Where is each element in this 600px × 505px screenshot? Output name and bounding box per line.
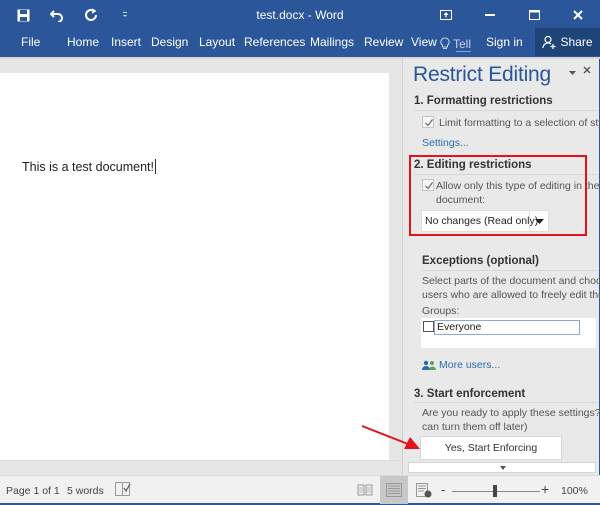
exceptions-heading: Exceptions (optional)	[422, 255, 539, 267]
exceptions-description-line1: Select parts of the document and choose	[422, 275, 600, 287]
text-caret	[155, 159, 157, 174]
status-bar: Page 1 of 1 5 words - + 100%	[0, 475, 600, 505]
print-layout-view-button[interactable]	[380, 476, 408, 504]
group-everyone-checkbox[interactable]	[423, 321, 434, 332]
zoom-out-button[interactable]: -	[441, 482, 445, 497]
sign-in-link[interactable]: Sign in	[486, 30, 523, 57]
ribbon-display-options-icon[interactable]	[424, 0, 468, 30]
section-divider	[414, 110, 597, 111]
quick-access-toolbar	[0, 0, 142, 30]
maximize-icon[interactable]	[512, 0, 556, 30]
group-everyone-name[interactable]: Everyone	[434, 320, 580, 335]
section-divider	[422, 270, 597, 271]
pane-close-icon[interactable]	[583, 65, 591, 77]
save-icon[interactable]	[6, 0, 40, 30]
close-icon[interactable]	[556, 0, 600, 30]
document-page[interactable]: This is a test document!	[0, 73, 389, 460]
tab-file[interactable]: File	[21, 30, 40, 57]
enforcement-description-line1: Are you ready to apply these settings? (…	[422, 407, 600, 419]
title-bar: test.docx - Word	[0, 0, 600, 30]
restrict-editing-pane: Restrict Editing 1. Formatting restricti…	[403, 59, 600, 475]
groups-list: Everyone	[421, 318, 596, 348]
pane-scroll-down[interactable]	[408, 462, 596, 473]
start-enforcing-button[interactable]: Yes, Start Enforcing Protection	[420, 436, 562, 476]
window-controls	[424, 0, 600, 30]
redo-icon[interactable]	[74, 0, 108, 30]
ribbon-tabs: File Home Insert Design Layout Reference…	[0, 30, 600, 57]
tell-me-box[interactable]: Tell	[440, 30, 472, 57]
users-icon	[422, 360, 436, 370]
share-label: Share	[560, 35, 593, 49]
groups-label: Groups:	[422, 305, 460, 317]
lightbulb-icon	[440, 36, 450, 49]
start-enforcement-heading: 3. Start enforcement	[414, 388, 526, 400]
document-area: This is a test document!	[0, 59, 402, 460]
checkmark-icon	[425, 119, 433, 127]
exceptions-description-line2: users who are allowed to freely edit the…	[422, 289, 600, 301]
tab-home[interactable]: Home	[67, 30, 99, 57]
more-users-label: More users...	[439, 359, 501, 371]
tell-me-label: Tell	[453, 36, 472, 51]
tab-design[interactable]: Design	[151, 30, 188, 57]
share-button[interactable]: Share	[535, 28, 600, 56]
scroll-down-icon	[500, 466, 506, 470]
document-body[interactable]: This is a test document!	[22, 159, 157, 174]
more-users-link[interactable]: More users...	[422, 359, 500, 371]
document-text: This is a test document!	[22, 160, 155, 174]
pane-options-icon[interactable]	[569, 67, 576, 79]
tab-references[interactable]: References	[244, 30, 305, 57]
section-divider	[414, 402, 597, 403]
highlight-box	[409, 155, 587, 236]
zoom-level[interactable]: 100%	[561, 485, 588, 497]
limit-formatting-checkbox[interactable]	[422, 116, 434, 128]
tab-insert[interactable]: Insert	[111, 30, 141, 57]
customize-dropdown-icon[interactable]	[108, 0, 142, 30]
vertical-scrollbar[interactable]	[389, 59, 402, 475]
formatting-restrictions-heading: 1. Formatting restrictions	[414, 95, 553, 107]
limit-formatting-label: Limit formatting to a selection of style…	[439, 117, 600, 129]
page-count[interactable]: Page 1 of 1	[6, 485, 60, 497]
read-mode-icon[interactable]	[357, 484, 373, 499]
zoom-in-button[interactable]: +	[541, 481, 549, 497]
tab-view[interactable]: View	[411, 30, 437, 57]
tab-mailings[interactable]: Mailings	[310, 30, 354, 57]
tab-layout[interactable]: Layout	[199, 30, 235, 57]
undo-icon[interactable]	[40, 0, 74, 30]
person-add-icon	[542, 35, 556, 49]
word-count[interactable]: 5 words	[67, 485, 104, 497]
tab-review[interactable]: Review	[364, 30, 403, 57]
print-layout-icon	[386, 483, 402, 497]
annotation-arrow	[361, 425, 420, 449]
minimize-icon[interactable]	[468, 0, 512, 30]
settings-link[interactable]: Settings...	[422, 137, 469, 149]
pane-title: Restrict Editing	[413, 63, 552, 86]
horizontal-scrollbar[interactable]	[0, 460, 402, 475]
web-layout-icon[interactable]	[416, 483, 432, 501]
tell-me-underline	[456, 51, 472, 52]
zoom-slider-thumb[interactable]	[493, 485, 497, 497]
enforcement-description-line2: can turn them off later)	[422, 421, 528, 433]
proofing-icon[interactable]	[115, 482, 131, 499]
